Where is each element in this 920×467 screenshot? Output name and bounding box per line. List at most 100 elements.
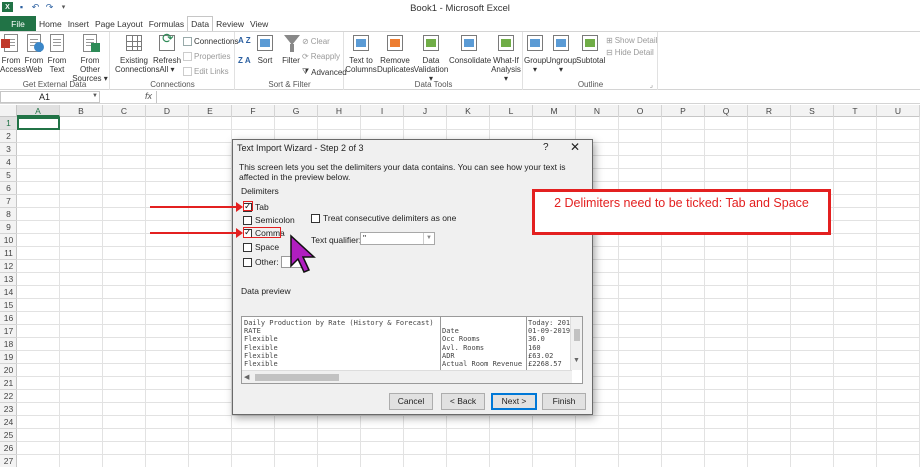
tab-view[interactable]: View: [247, 16, 271, 31]
outline-dialog-launcher-icon[interactable]: ⌟: [650, 81, 653, 89]
from-other-sources-button[interactable]: From Other Sources ▾: [70, 33, 110, 83]
tab-page-layout[interactable]: Page Layout: [92, 16, 146, 31]
column-header-d[interactable]: D: [146, 105, 189, 117]
data-validation-button[interactable]: Data Validation ▾: [413, 33, 449, 83]
other-checkbox-row[interactable]: Other:: [243, 257, 279, 267]
row-header-8[interactable]: 8: [0, 208, 17, 221]
column-header-a[interactable]: A: [17, 105, 60, 117]
column-header-n[interactable]: N: [576, 105, 619, 117]
select-all-corner[interactable]: [0, 105, 17, 117]
row-header-18[interactable]: 18: [0, 338, 17, 351]
column-header-q[interactable]: Q: [705, 105, 748, 117]
edit-links-button[interactable]: Edit Links: [183, 67, 229, 76]
space-checkbox-row[interactable]: Space: [243, 242, 279, 252]
row-header-4[interactable]: 4: [0, 156, 17, 169]
consolidate-button[interactable]: Consolidate: [449, 33, 491, 65]
from-access-button[interactable]: From Access: [0, 33, 26, 74]
row-header-15[interactable]: 15: [0, 299, 17, 312]
from-web-button[interactable]: From Web: [23, 33, 45, 74]
preview-horizontal-scroll-thumb[interactable]: [255, 374, 339, 381]
column-header-g[interactable]: G: [275, 105, 318, 117]
preview-horizontal-scrollbar[interactable]: ◀: [242, 370, 572, 383]
next-button[interactable]: Next >: [491, 393, 537, 410]
column-header-e[interactable]: E: [189, 105, 232, 117]
connections-button[interactable]: Connections: [183, 37, 238, 46]
sort-az-button[interactable]: A Z: [238, 36, 251, 45]
what-if-analysis-button[interactable]: What-If Analysis ▾: [489, 33, 523, 83]
close-icon[interactable]: ✕: [570, 140, 580, 154]
consecutive-delimiters-checkbox[interactable]: [311, 213, 320, 223]
data-preview-panel[interactable]: Daily Production by Rate (History & Fore…: [241, 316, 583, 384]
column-header-m[interactable]: M: [533, 105, 576, 117]
sort-button[interactable]: Sort: [252, 33, 278, 65]
consecutive-delimiters-row[interactable]: Treat consecutive delimiters as one: [311, 213, 456, 223]
finish-button[interactable]: Finish: [542, 393, 586, 410]
reapply-button[interactable]: ⟳ Reapply: [302, 52, 340, 61]
column-header-b[interactable]: B: [60, 105, 103, 117]
column-header-u[interactable]: U: [877, 105, 920, 117]
row-header-20[interactable]: 20: [0, 364, 17, 377]
space-checkbox[interactable]: [243, 242, 252, 252]
row-header-2[interactable]: 2: [0, 130, 17, 143]
active-cell-a1[interactable]: [17, 117, 60, 130]
row-header-21[interactable]: 21: [0, 377, 17, 390]
row-header-13[interactable]: 13: [0, 273, 17, 286]
remove-duplicates-button[interactable]: Remove Duplicates: [377, 33, 414, 74]
advanced-button[interactable]: ⧩ Advanced: [302, 67, 347, 77]
refresh-all-button[interactable]: RefreshAll ▾: [153, 33, 181, 74]
column-header-c[interactable]: C: [103, 105, 146, 117]
sort-za-button[interactable]: Z A: [238, 56, 251, 65]
column-header-k[interactable]: K: [447, 105, 490, 117]
row-header-7[interactable]: 7: [0, 195, 17, 208]
row-header-25[interactable]: 25: [0, 429, 17, 442]
row-header-11[interactable]: 11: [0, 247, 17, 260]
preview-vertical-scroll-thumb[interactable]: [574, 329, 580, 341]
help-icon[interactable]: ?: [543, 142, 549, 153]
name-box-dropdown-icon[interactable]: ▼: [92, 93, 98, 99]
text-to-columns-button[interactable]: Text to Columns: [345, 33, 377, 74]
row-header-14[interactable]: 14: [0, 286, 17, 299]
row-header-27[interactable]: 27: [0, 455, 17, 467]
row-header-9[interactable]: 9: [0, 221, 17, 234]
row-header-6[interactable]: 6: [0, 182, 17, 195]
tab-formulas[interactable]: Formulas: [146, 16, 187, 31]
cancel-button[interactable]: Cancel: [389, 393, 433, 410]
formula-input[interactable]: [156, 91, 920, 103]
hide-detail-button[interactable]: ⊟ Hide Detail: [606, 48, 654, 57]
row-header-12[interactable]: 12: [0, 260, 17, 273]
column-header-i[interactable]: I: [361, 105, 404, 117]
chevron-down-icon[interactable]: ▼: [423, 233, 434, 244]
subtotal-button[interactable]: Subtotal: [576, 33, 605, 65]
from-text-button[interactable]: From Text: [46, 33, 68, 74]
row-header-22[interactable]: 22: [0, 390, 17, 403]
column-header-h[interactable]: H: [318, 105, 361, 117]
back-button[interactable]: < Back: [441, 393, 485, 410]
column-header-o[interactable]: O: [619, 105, 662, 117]
tab-data[interactable]: Data: [187, 16, 214, 31]
row-header-19[interactable]: 19: [0, 351, 17, 364]
other-checkbox[interactable]: [243, 257, 252, 267]
existing-connections-button[interactable]: Existing Connections: [115, 33, 159, 74]
tab-home[interactable]: Home: [36, 16, 65, 31]
row-header-17[interactable]: 17: [0, 325, 17, 338]
row-header-16[interactable]: 16: [0, 312, 17, 325]
column-header-s[interactable]: S: [791, 105, 834, 117]
row-header-23[interactable]: 23: [0, 403, 17, 416]
row-header-24[interactable]: 24: [0, 416, 17, 429]
column-header-l[interactable]: L: [490, 105, 533, 117]
clear-button[interactable]: ⊘ Clear: [302, 37, 330, 46]
tab-review[interactable]: Review: [213, 16, 247, 31]
semicolon-checkbox[interactable]: [243, 215, 252, 225]
filter-button[interactable]: Filter: [278, 33, 304, 65]
column-header-j[interactable]: J: [404, 105, 447, 117]
tab-file[interactable]: File: [0, 16, 36, 31]
text-qualifier-select[interactable]: " ▼: [360, 232, 435, 245]
semicolon-checkbox-row[interactable]: Semicolon: [243, 215, 295, 225]
tab-insert[interactable]: Insert: [65, 16, 92, 31]
group-button[interactable]: Group ▾: [524, 33, 546, 74]
name-box[interactable]: A1: [0, 91, 100, 103]
column-header-p[interactable]: P: [662, 105, 705, 117]
properties-button[interactable]: Properties: [183, 52, 230, 61]
column-header-r[interactable]: R: [748, 105, 791, 117]
row-header-10[interactable]: 10: [0, 234, 17, 247]
